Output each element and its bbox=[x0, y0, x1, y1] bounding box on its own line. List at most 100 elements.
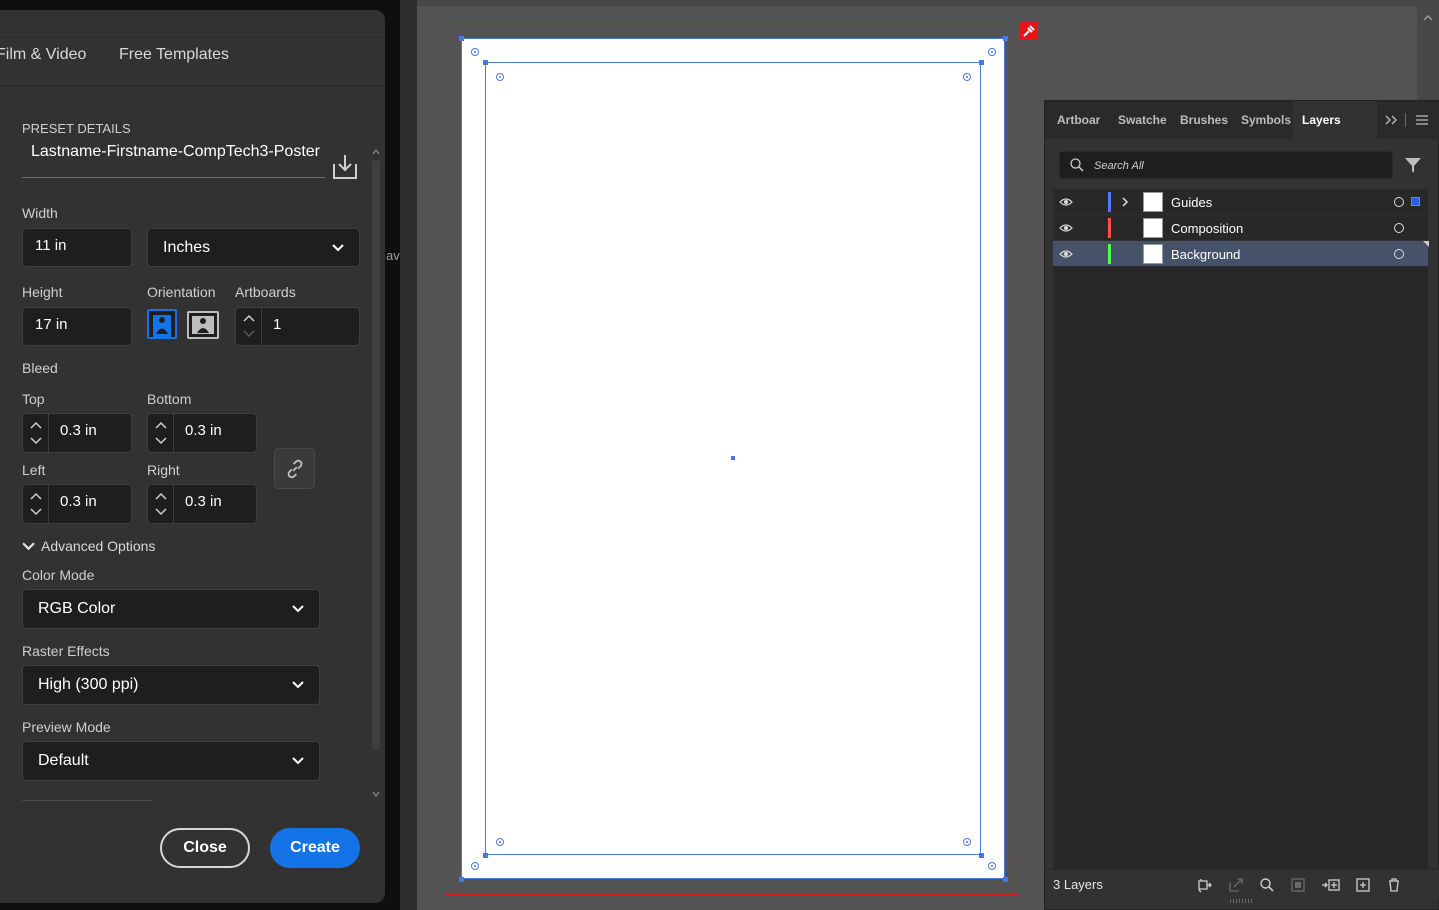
color-mode-dropdown[interactable]: RGB Color bbox=[22, 589, 320, 629]
create-button[interactable]: Create bbox=[270, 828, 360, 868]
chevron-up-icon[interactable] bbox=[1417, 8, 1439, 28]
preset-name-input[interactable]: Lastname-Firstname-CompTech3-Poster bbox=[31, 143, 320, 161]
create-sublayer-icon[interactable] bbox=[1321, 877, 1341, 893]
corner-widget[interactable] bbox=[963, 838, 971, 846]
corner-widget[interactable] bbox=[496, 73, 504, 81]
increment-icon[interactable] bbox=[30, 421, 42, 429]
visibility-eye-icon[interactable] bbox=[1059, 197, 1073, 207]
corner-widget[interactable] bbox=[988, 48, 996, 56]
increment-icon[interactable] bbox=[243, 314, 255, 322]
layer-row-composition[interactable]: Composition bbox=[1053, 215, 1428, 241]
corner-widget[interactable] bbox=[471, 862, 479, 870]
dialog-scrollbar-thumb[interactable] bbox=[372, 160, 380, 750]
preview-mode-dropdown[interactable]: Default bbox=[22, 741, 320, 781]
color-mode-label: Color Mode bbox=[22, 567, 95, 583]
close-button-label: Close bbox=[183, 839, 227, 856]
height-field[interactable]: 17 in bbox=[22, 307, 132, 346]
layer-name[interactable]: Composition bbox=[1171, 221, 1243, 236]
layer-row-background[interactable]: Background bbox=[1053, 241, 1429, 267]
decrement-icon[interactable] bbox=[155, 437, 167, 445]
width-field[interactable]: 11 in bbox=[22, 228, 132, 267]
new-layer-icon[interactable] bbox=[1355, 877, 1371, 893]
bleed-right-label: Right bbox=[147, 462, 180, 478]
artboard-options-badge[interactable] bbox=[1020, 22, 1038, 40]
increment-icon[interactable] bbox=[155, 421, 167, 429]
layers-search-box[interactable] bbox=[1059, 151, 1393, 179]
tab-symbols[interactable]: Symbols bbox=[1241, 113, 1293, 127]
layer-name[interactable]: Guides bbox=[1171, 195, 1212, 210]
corner-widget[interactable] bbox=[988, 862, 996, 870]
panel-resize-grip[interactable] bbox=[1230, 899, 1254, 903]
selection-handle[interactable] bbox=[1003, 36, 1008, 41]
export-icon[interactable] bbox=[1228, 877, 1244, 893]
delete-layer-icon[interactable] bbox=[1386, 877, 1402, 893]
selection-indicator-icon[interactable] bbox=[1411, 197, 1420, 206]
selection-handle[interactable] bbox=[979, 853, 984, 858]
selection-handle[interactable] bbox=[483, 853, 488, 858]
tab-brushes[interactable]: Brushes bbox=[1180, 113, 1232, 127]
bleed-left-stepper[interactable]: 0.3 in bbox=[22, 484, 132, 524]
collect-for-export-icon[interactable] bbox=[1197, 877, 1213, 893]
tab-artboards[interactable]: Artboar bbox=[1057, 113, 1109, 127]
bleed-right-stepper-buttons[interactable] bbox=[148, 485, 174, 523]
landscape-orientation-button[interactable] bbox=[187, 311, 219, 339]
advanced-options-toggle[interactable]: Advanced Options bbox=[22, 538, 155, 554]
tab-swatches[interactable]: Swatche bbox=[1118, 113, 1170, 127]
target-circle-icon[interactable] bbox=[1394, 249, 1404, 259]
filter-icon[interactable] bbox=[1403, 155, 1423, 175]
selection-handle[interactable] bbox=[979, 60, 984, 65]
close-button[interactable]: Close bbox=[160, 828, 250, 868]
bleed-right-value: 0.3 in bbox=[185, 493, 222, 510]
tabs-divider bbox=[0, 85, 385, 86]
decrement-icon[interactable] bbox=[243, 330, 255, 338]
save-preset-icon[interactable] bbox=[330, 152, 360, 182]
bleed-right-stepper[interactable]: 0.3 in bbox=[147, 484, 257, 524]
search-input[interactable] bbox=[1094, 156, 1384, 176]
chevron-right-icon[interactable] bbox=[1120, 196, 1130, 208]
selection-handle[interactable] bbox=[459, 877, 464, 882]
decrement-icon[interactable] bbox=[155, 508, 167, 516]
bleed-left-stepper-buttons[interactable] bbox=[23, 485, 49, 523]
tab-layers[interactable]: Layers bbox=[1302, 113, 1362, 127]
selection-handle[interactable] bbox=[1003, 877, 1008, 882]
link-bleed-button[interactable] bbox=[274, 448, 315, 489]
tab-film-video[interactable]: Film & Video bbox=[0, 46, 86, 64]
chevron-down-icon bbox=[292, 757, 304, 765]
raster-effects-dropdown[interactable]: High (300 ppi) bbox=[22, 665, 320, 705]
bleed-bottom-stepper-buttons[interactable] bbox=[148, 414, 174, 452]
width-label: Width bbox=[22, 205, 58, 221]
corner-widget[interactable] bbox=[496, 838, 504, 846]
artboards-stepper-buttons[interactable] bbox=[236, 308, 262, 345]
corner-widget[interactable] bbox=[963, 73, 971, 81]
chevron-down-icon bbox=[22, 542, 35, 551]
expand-panel-icon[interactable] bbox=[1383, 113, 1399, 127]
canvas-vertical-scrollbar[interactable] bbox=[1417, 0, 1439, 100]
hamburger-menu-icon[interactable] bbox=[1415, 114, 1429, 126]
bleed-bottom-label: Bottom bbox=[147, 391, 192, 407]
layer-row-guides[interactable]: Guides bbox=[1053, 189, 1428, 215]
selection-handle[interactable] bbox=[483, 60, 488, 65]
tab-free-templates[interactable]: Free Templates bbox=[119, 46, 229, 64]
units-dropdown[interactable]: Inches bbox=[147, 228, 360, 267]
bleed-label: Bleed bbox=[22, 360, 58, 376]
corner-widget[interactable] bbox=[471, 48, 479, 56]
target-circle-icon[interactable] bbox=[1394, 197, 1404, 207]
bleed-top-stepper-buttons[interactable] bbox=[23, 414, 49, 452]
increment-icon[interactable] bbox=[155, 492, 167, 500]
bleed-top-stepper[interactable]: 0.3 in bbox=[22, 413, 132, 453]
visibility-eye-icon[interactable] bbox=[1059, 249, 1073, 259]
bleed-bottom-stepper[interactable]: 0.3 in bbox=[147, 413, 257, 453]
locate-object-icon[interactable] bbox=[1259, 877, 1275, 893]
more-options-edge bbox=[22, 800, 152, 801]
layer-name[interactable]: Background bbox=[1171, 247, 1240, 262]
artboards-stepper[interactable]: 1 bbox=[235, 307, 360, 346]
portrait-orientation-button[interactable] bbox=[147, 309, 177, 339]
increment-icon[interactable] bbox=[30, 492, 42, 500]
target-circle-icon[interactable] bbox=[1394, 223, 1404, 233]
visibility-eye-icon[interactable] bbox=[1059, 223, 1073, 233]
make-clipping-mask-icon[interactable] bbox=[1290, 877, 1306, 893]
selection-handle[interactable] bbox=[459, 36, 464, 41]
decrement-icon[interactable] bbox=[30, 437, 42, 445]
decrement-icon[interactable] bbox=[30, 508, 42, 516]
new-document-dialog-backdrop: Film & Video Free Templates av PRESET DE… bbox=[0, 0, 400, 910]
